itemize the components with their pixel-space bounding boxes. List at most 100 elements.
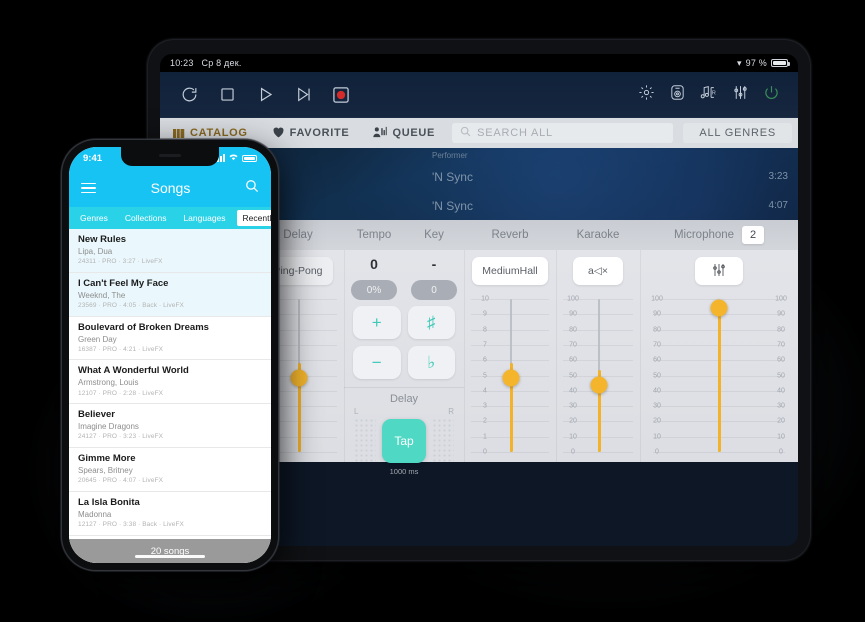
nav-catalog[interactable]: CATALOG (166, 127, 255, 139)
tab-genres[interactable]: Genres (74, 210, 114, 226)
reverb-preset-button[interactable]: MediumHall (472, 257, 548, 285)
scale-tick: 10 (653, 433, 661, 441)
tap-button[interactable]: Tap (382, 419, 426, 463)
song-meta: 12127 · PRO · 3:38 · Back · LiveFX (78, 520, 184, 528)
next-button[interactable] (288, 80, 318, 110)
reverb-preset-label: MediumHall (482, 265, 538, 277)
scale-tick: 20 (777, 417, 785, 425)
nav-catalog-label: CATALOG (190, 127, 248, 139)
key-flat-button[interactable]: ♭ (407, 346, 455, 379)
phone-tab-bar: Genres Collections Languages Recently su… (69, 207, 271, 229)
scale-tick: 50 (653, 372, 661, 379)
scale-tick: 6 (483, 356, 487, 364)
power-icon[interactable] (763, 84, 780, 106)
scale-tick: 100 (651, 295, 663, 303)
microphone-slider[interactable]: 100 90 80 70 60 50 40 30 20 10 0 100 90 80 70 60 50 40 30… (640, 291, 798, 462)
queue-people-icon (373, 126, 388, 141)
list-item[interactable]: What A Wonderful World Armstrong, Louis … (69, 360, 271, 405)
list-item[interactable]: Gimme More Spears, Britney 20645 · PRO ·… (69, 448, 271, 492)
microphone-settings-button[interactable] (695, 257, 743, 285)
record-button[interactable] (326, 80, 356, 110)
tab-languages[interactable]: Languages (177, 210, 231, 226)
scale-tick: 2 (483, 417, 487, 425)
search-placeholder-text: SEARCH ALL (477, 127, 553, 139)
mixer-label-tempo: Tempo (356, 229, 392, 241)
tempo-percent-pill[interactable]: 0% (351, 280, 397, 300)
scale-tick: 10 (777, 433, 785, 441)
search-icon (460, 126, 471, 140)
mixer-label-karaoke: Karaoke (576, 229, 620, 241)
heart-icon (272, 126, 285, 141)
phone-clock: 9:41 (83, 152, 103, 164)
all-genres-button[interactable]: ALL GENRES (683, 123, 792, 143)
speaker-settings-icon[interactable] (669, 84, 686, 106)
scale-tick: 90 (777, 310, 785, 318)
row-performer: 'N Sync (432, 169, 473, 184)
list-item[interactable]: New Rules Lipa, Dua 24311 · PRO · 3:27 ·… (69, 229, 271, 273)
mixer-sliders-icon[interactable] (732, 84, 749, 106)
song-artist: Lipa, Dua (78, 246, 113, 256)
hamburger-icon[interactable] (81, 182, 96, 194)
scale-tick: 80 (777, 326, 785, 334)
wifi-icon: ▾ (736, 57, 742, 68)
karaoke-mute-button[interactable]: a◁× (573, 257, 623, 285)
delay-section-title: Delay (389, 393, 419, 405)
scale-tick: 10 (481, 295, 489, 303)
play-button[interactable] (250, 80, 280, 110)
scale-tick: 80 (569, 326, 577, 334)
phone-device: 9:41 Songs Genres Collections Languages … (62, 140, 278, 570)
list-item[interactable]: La Isla Bonita Madonna 12127 · PRO · 3:3… (69, 492, 271, 536)
key-plus-button[interactable]: + (353, 306, 401, 339)
scale-tick: 8 (483, 326, 487, 334)
karaoke-slider[interactable]: 100 90 80 70 60 50 40 30 20 10 0 (556, 291, 640, 462)
key-minus-button[interactable]: − (353, 346, 401, 379)
tablet-status-bar: 10:23 Ср 8 дек. ▾ 97 % (160, 54, 798, 72)
reverb-scale-left: 10 9 8 7 6 5 4 3 2 1 0 (474, 295, 496, 456)
list-item[interactable]: I Can't Feel My Face Weeknd, The 23569 ·… (69, 272, 271, 317)
phone-app-bar: Songs (69, 169, 271, 207)
key-sharp-label: ♯ (427, 312, 436, 332)
nav-favorite[interactable]: FAVORITE (265, 126, 357, 141)
screenshot-root: 10:23 Ср 8 дек. ▾ 97 % R CATALOG FAVORIT… (0, 0, 865, 622)
list-item[interactable]: Believer Imagine Dragons 24127 · PRO · 3… (69, 404, 271, 449)
tablet-date: Ср 8 дек. (201, 58, 242, 68)
key-sharp-button[interactable]: ♯ (407, 306, 455, 339)
stop-button[interactable] (212, 80, 242, 110)
tab-recently-sung[interactable]: Recently sung (236, 210, 271, 226)
tab-collections[interactable]: Collections (119, 210, 173, 226)
nav-queue[interactable]: QUEUE (366, 126, 442, 141)
phone-song-list[interactable]: New Rules Lipa, Dua 24311 · PRO · 3:27 ·… (69, 229, 271, 563)
key-minus-label: − (371, 352, 382, 372)
song-artist: Madonna (78, 509, 112, 519)
wifi-icon (228, 152, 239, 164)
song-title: I Can't Feel My Face (78, 277, 169, 289)
slider-gridline (652, 452, 786, 453)
delay-knob[interactable] (290, 369, 308, 387)
delay-meter-left (354, 418, 376, 464)
karaoke-knob[interactable] (590, 376, 608, 394)
reload-button[interactable] (174, 80, 204, 110)
song-title: Boulevard of Broken Dreams (78, 321, 209, 333)
song-artist: Spears, Britney (78, 465, 133, 475)
reverb-slider[interactable]: 10 9 8 7 6 5 4 3 2 1 0 (464, 291, 556, 462)
delay-meter-right (432, 418, 454, 464)
gear-icon[interactable] (638, 84, 655, 106)
scale-tick: 0 (779, 448, 783, 456)
tap-label: Tap (394, 434, 414, 448)
nav-favorite-label: FAVORITE (289, 127, 350, 139)
key-semitone-pill[interactable]: 0 (411, 280, 457, 300)
microphone-scale-right: 100 90 80 70 60 50 40 30 20 10 0 (770, 296, 792, 456)
mixer-label-reverb: Reverb (491, 229, 529, 241)
microphone-knob[interactable] (710, 299, 728, 317)
search-input[interactable]: SEARCH ALL (452, 123, 674, 143)
tempo-value: 0 (370, 256, 378, 272)
list-item[interactable]: Boulevard of Broken Dreams Green Day 163… (69, 317, 271, 361)
search-icon[interactable] (245, 179, 259, 198)
reverb-knob[interactable] (502, 369, 520, 387)
phone-notch (121, 147, 219, 166)
music-record-icon[interactable]: R (700, 84, 718, 106)
battery-icon (242, 154, 257, 162)
microphone-count-badge[interactable]: 2 (742, 226, 765, 244)
row-duration: 3:23 (768, 171, 788, 182)
song-meta: 24127 · PRO · 3:23 · LiveFX (78, 433, 164, 441)
